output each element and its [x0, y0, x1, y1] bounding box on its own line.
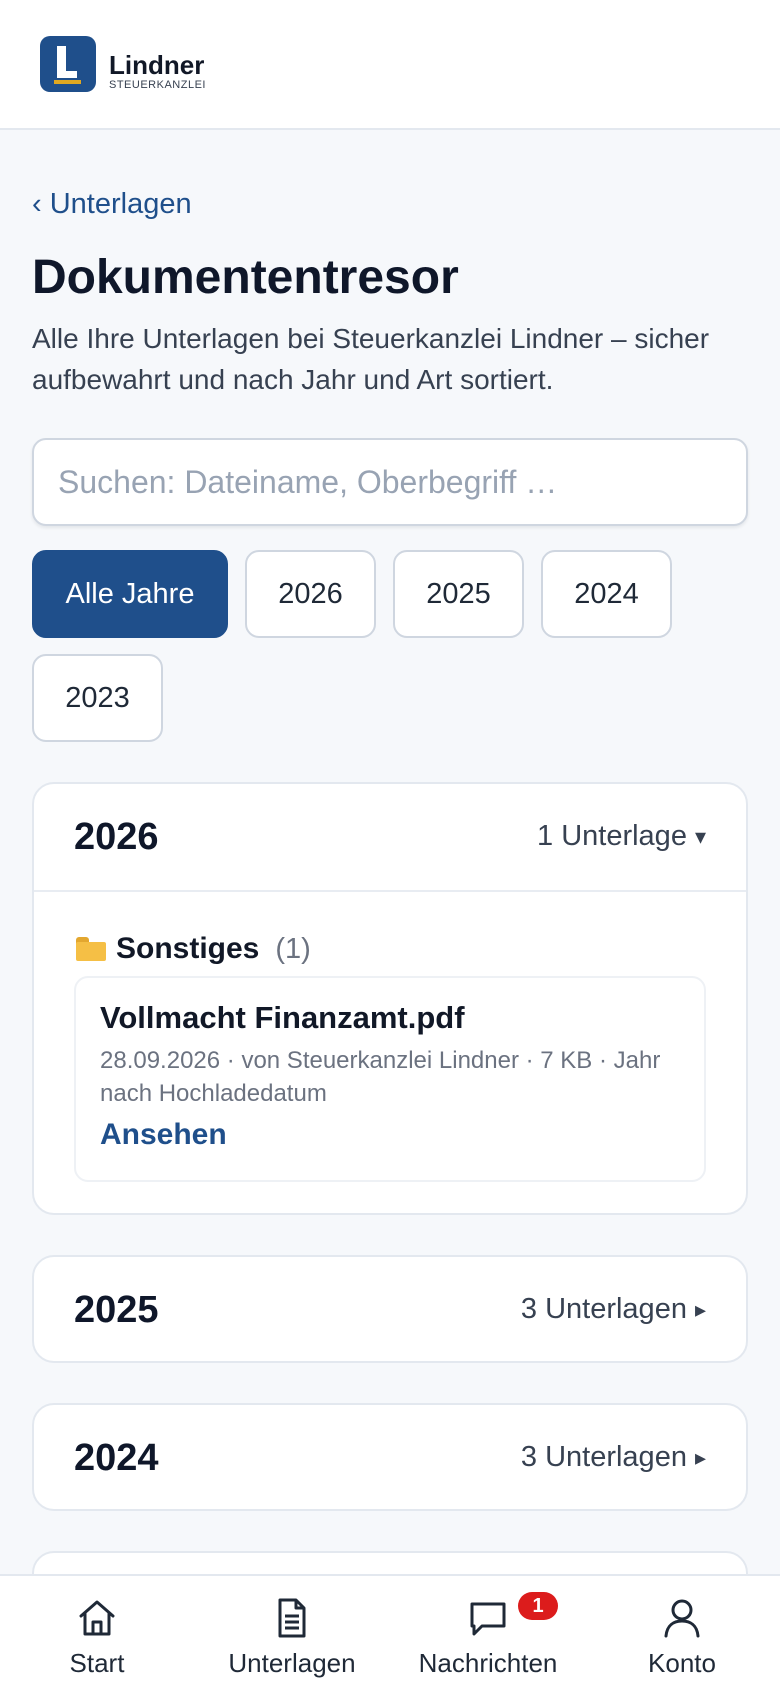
nav-item-unterlagen[interactable]: Unterlagen: [202, 1576, 382, 1688]
filter-chip-2023[interactable]: 2023: [32, 654, 163, 742]
year-count-label: 3 Unterlagen: [520, 1293, 687, 1325]
view-document-link[interactable]: Ansehen: [100, 1118, 227, 1152]
year-count: 3 Unterlagen ▸: [521, 1293, 706, 1326]
page-title: Dokumententresor: [32, 251, 459, 304]
year-section-2026: 2026 1 Unterlage ▾ Sonstiges (1) Vollmac…: [32, 782, 748, 1215]
home-icon: [79, 1600, 115, 1636]
filter-chip-2026[interactable]: 2026: [245, 550, 376, 638]
year-header-2026[interactable]: 2026 1 Unterlage ▾: [34, 784, 746, 890]
year-header-2025[interactable]: 2025 3 Unterlagen ▸: [34, 1257, 746, 1361]
brand-logo-icon[interactable]: [40, 36, 96, 92]
page-description: Alle Ihre Unterlagen bei Steuerkanzlei L…: [32, 323, 710, 395]
filter-chip-all-years[interactable]: Alle Jahre: [32, 550, 228, 638]
nav-label: Start: [69, 1648, 125, 1678]
caret-right-icon: ▸: [694, 1296, 706, 1322]
year-section-2024: 2024 3 Unterlagen ▸: [32, 1403, 748, 1511]
year-header-2024[interactable]: 2024 3 Unterlagen ▸: [34, 1405, 746, 1509]
year-section-2025: 2025 3 Unterlagen ▸: [32, 1255, 748, 1363]
back-link-unterlagen[interactable]: ‹ Unterlagen: [32, 188, 192, 221]
brand-subtitle: STEUERKANZLEI: [109, 79, 206, 91]
logo-letter-foot: [57, 71, 77, 78]
year-label: 2024: [74, 1437, 159, 1479]
year-label: 2025: [74, 1289, 159, 1331]
nav-label: Nachrichten: [418, 1648, 558, 1678]
app-header: Lindner STEUERKANZLEI: [0, 0, 780, 130]
nav-item-konto[interactable]: Konto: [592, 1576, 772, 1688]
chat-icon: [470, 1602, 506, 1636]
unread-badge: 1: [518, 1592, 558, 1620]
nav-item-start[interactable]: Start: [7, 1576, 187, 1688]
year-count: 1 Unterlage ▾: [537, 820, 706, 853]
caret-right-icon: ▸: [694, 1444, 706, 1470]
category-name: Sonstiges: [116, 932, 260, 965]
filter-chip-2025[interactable]: 2025: [393, 550, 524, 638]
year-count-label: 3 Unterlagen: [520, 1441, 687, 1473]
nav-label: Unterlagen: [228, 1648, 356, 1678]
nav-label: Konto: [648, 1648, 716, 1678]
user-icon: [664, 1599, 700, 1638]
bottom-navigation: Start Unterlagen 1 Nachrichten Konto: [0, 1574, 780, 1688]
divider: [34, 890, 746, 892]
category-header-sonstiges: Sonstiges (1): [76, 932, 311, 966]
year-count: 3 Unterlagen ▸: [521, 1441, 706, 1474]
document-meta: 28.09.2026 · von Steuerkanzlei Lindner ·…: [100, 1047, 661, 1107]
filter-chip-2024[interactable]: 2024: [541, 550, 672, 638]
year-count-label: 1 Unterlage: [537, 820, 687, 852]
search-input[interactable]: [32, 438, 748, 526]
folder-icon: [76, 937, 106, 961]
year-label: 2026: [74, 816, 159, 858]
brand-name: Lindner: [109, 50, 205, 80]
caret-down-icon: ▾: [694, 823, 706, 849]
logo-accent-bar: [54, 80, 81, 84]
document-card: Vollmacht Finanzamt.pdf 28.09.2026 · von…: [74, 976, 706, 1182]
document-name: Vollmacht Finanzamt.pdf: [100, 1000, 465, 1035]
nav-item-nachrichten[interactable]: 1 Nachrichten: [398, 1576, 578, 1688]
document-icon: [278, 1598, 306, 1638]
category-count: (1): [275, 932, 311, 965]
